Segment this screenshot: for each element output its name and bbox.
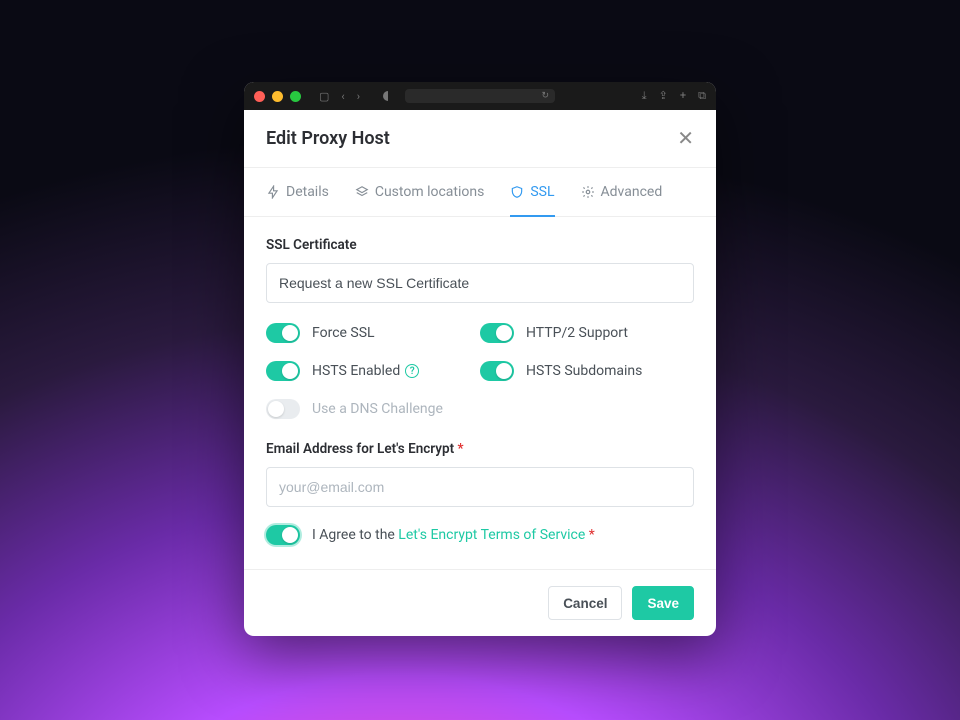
dns-challenge-toggle-row: Use a DNS Challenge — [266, 399, 694, 419]
modal-header: Edit Proxy Host ✕ — [244, 110, 716, 167]
lightning-icon — [266, 185, 280, 199]
tab-advanced[interactable]: Advanced — [581, 169, 663, 217]
share-icon[interactable]: ⇪ — [659, 89, 668, 103]
new-tab-icon[interactable]: + — [680, 89, 686, 103]
email-input[interactable] — [266, 467, 694, 507]
tab-details[interactable]: Details — [266, 169, 329, 217]
agree-toggle[interactable] — [266, 525, 300, 545]
reload-icon[interactable]: ↻ — [541, 91, 549, 101]
hsts-subdomains-label: HSTS Subdomains — [526, 363, 642, 379]
gear-icon — [581, 185, 595, 199]
cancel-button[interactable]: Cancel — [548, 586, 622, 620]
close-window-icon[interactable] — [254, 91, 265, 102]
hsts-subdomains-toggle[interactable] — [480, 361, 514, 381]
hsts-toggle[interactable] — [266, 361, 300, 381]
force-ssl-label: Force SSL — [312, 325, 375, 341]
force-ssl-toggle-row: Force SSL — [266, 323, 480, 343]
traffic-lights — [254, 91, 301, 102]
hsts-toggle-row: HSTS Enabled ? — [266, 361, 480, 381]
reader-mode-icon — [383, 91, 393, 101]
http2-toggle-row: HTTP/2 Support — [480, 323, 694, 343]
required-marker: * — [454, 441, 463, 457]
modal-title: Edit Proxy Host — [266, 128, 390, 149]
agree-prefix: I Agree to the — [312, 527, 398, 543]
dns-challenge-label: Use a DNS Challenge — [312, 401, 443, 417]
close-modal-button[interactable]: ✕ — [677, 129, 694, 149]
required-marker: * — [585, 527, 595, 543]
download-icon[interactable]: ⤓ — [642, 89, 647, 103]
tab-label: Custom locations — [375, 184, 485, 200]
modal-body: SSL Certificate Force SSL HTTP/2 Support… — [244, 217, 716, 569]
back-icon[interactable]: ‹ — [341, 90, 344, 103]
tos-link[interactable]: Let's Encrypt Terms of Service — [398, 527, 585, 543]
close-icon: ✕ — [677, 128, 694, 150]
email-label-text: Email Address for Let's Encrypt — [266, 441, 454, 457]
hsts-subdomains-toggle-row: HSTS Subdomains — [480, 361, 694, 381]
hsts-label-text: HSTS Enabled — [312, 363, 400, 379]
desktop-background: ▢ ‹ › ↻ ⤓ ⇪ + ⧉ Edit Proxy Host ✕ — [0, 0, 960, 720]
hsts-label: HSTS Enabled ? — [312, 363, 419, 379]
agree-row: I Agree to the Let's Encrypt Terms of Se… — [266, 525, 694, 545]
email-label: Email Address for Let's Encrypt * — [266, 441, 694, 457]
force-ssl-toggle[interactable] — [266, 323, 300, 343]
browser-window: ▢ ‹ › ↻ ⤓ ⇪ + ⧉ Edit Proxy Host ✕ — [244, 82, 716, 636]
agree-text: I Agree to the Let's Encrypt Terms of Se… — [312, 527, 595, 543]
modal-footer: Cancel Save — [244, 569, 716, 636]
help-icon[interactable]: ? — [405, 364, 419, 378]
tab-custom-locations[interactable]: Custom locations — [355, 169, 485, 217]
tab-ssl[interactable]: SSL — [510, 169, 554, 217]
dns-challenge-toggle[interactable] — [266, 399, 300, 419]
titlebar-left-controls: ▢ ‹ › — [319, 90, 360, 103]
tabs-overview-icon[interactable]: ⧉ — [698, 89, 706, 103]
http2-toggle[interactable] — [480, 323, 514, 343]
tab-bar: Details Custom locations SSL Advanced — [244, 167, 716, 217]
toggle-grid: Force SSL HTTP/2 Support HSTS Enabled ? … — [266, 323, 694, 419]
minimize-window-icon[interactable] — [272, 91, 283, 102]
layers-icon — [355, 185, 369, 199]
http2-label: HTTP/2 Support — [526, 325, 628, 341]
titlebar-right-controls: ⤓ ⇪ + ⧉ — [642, 89, 706, 103]
save-button[interactable]: Save — [632, 586, 694, 620]
ssl-certificate-label: SSL Certificate — [266, 237, 694, 253]
forward-icon[interactable]: › — [357, 90, 360, 103]
sidebar-toggle-icon[interactable]: ▢ — [319, 90, 329, 103]
address-bar[interactable]: ↻ — [405, 89, 555, 103]
tab-label: Advanced — [601, 184, 663, 200]
maximize-window-icon[interactable] — [290, 91, 301, 102]
tab-label: Details — [286, 184, 329, 200]
browser-titlebar: ▢ ‹ › ↻ ⤓ ⇪ + ⧉ — [244, 82, 716, 110]
shield-icon — [510, 185, 524, 199]
tab-label: SSL — [530, 184, 554, 200]
ssl-certificate-select[interactable] — [266, 263, 694, 303]
